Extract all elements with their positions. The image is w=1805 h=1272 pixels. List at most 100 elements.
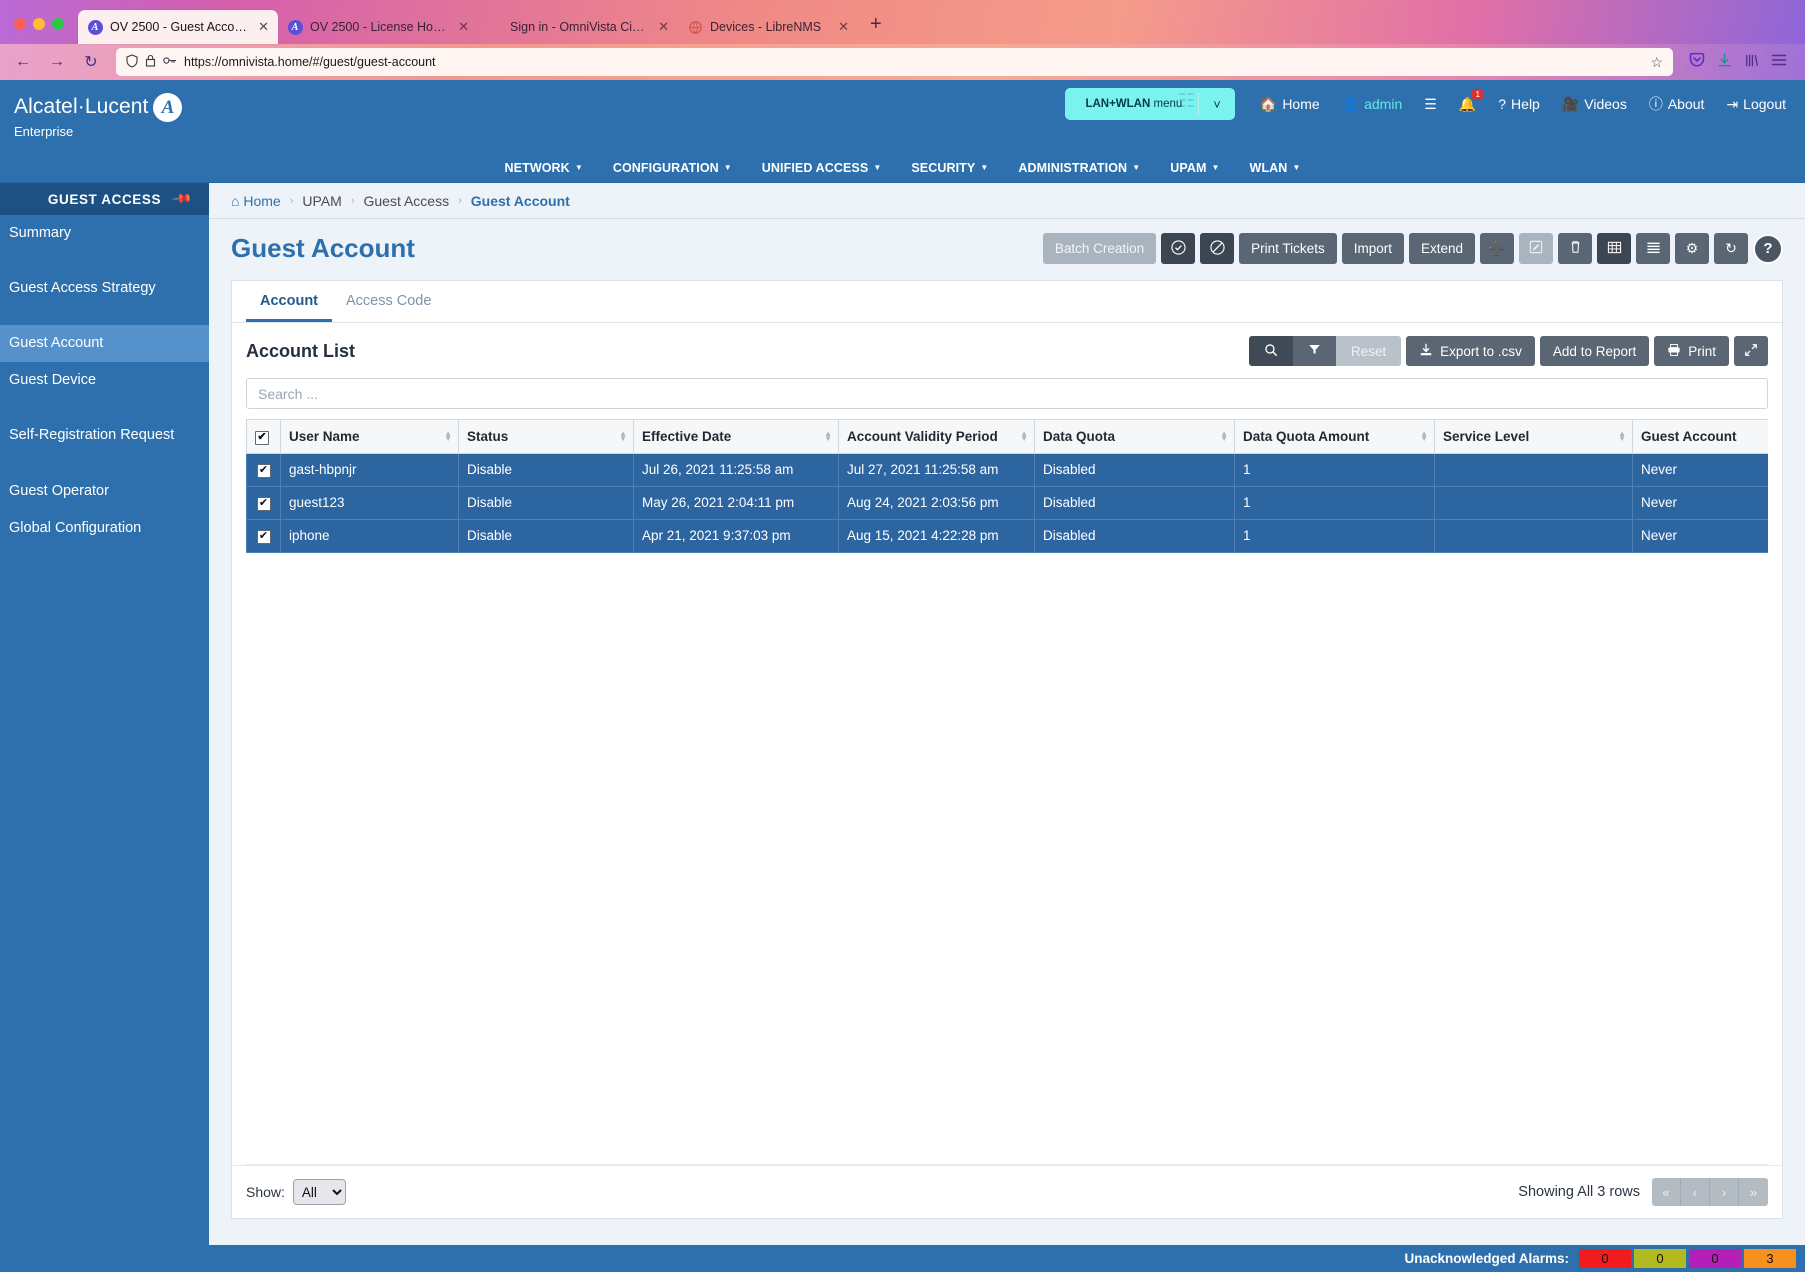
header-item-home[interactable]: 🏠 Home — [1249, 88, 1331, 120]
close-window-button[interactable] — [14, 18, 26, 30]
print-button[interactable]: Print — [1654, 336, 1729, 366]
select-all-header[interactable]: ✔ — [247, 420, 281, 454]
menu-item-network[interactable]: NETWORK▼ — [490, 153, 598, 183]
alarm-minor-badge[interactable]: 0 — [1689, 1249, 1741, 1268]
address-bar[interactable]: https://omnivista.home/#/guest/guest-acc… — [116, 48, 1673, 76]
import-button[interactable]: Import — [1342, 233, 1404, 264]
help-button[interactable]: ? — [1753, 234, 1783, 264]
close-tab-icon[interactable]: ✕ — [254, 19, 269, 35]
column-header-data-quota-amount[interactable]: Data Quota Amount ▲▼ — [1235, 420, 1435, 454]
sort-icon[interactable]: ▲▼ — [1618, 431, 1626, 441]
alarm-critical-badge[interactable]: 0 — [1579, 1249, 1631, 1268]
edit-button[interactable] — [1519, 233, 1553, 264]
add-to-report-button[interactable]: Add to Report — [1540, 336, 1649, 366]
menu-item-wlan[interactable]: WLAN▼ — [1235, 153, 1316, 183]
download-icon[interactable] — [1717, 53, 1732, 72]
library-icon[interactable] — [1744, 53, 1759, 72]
sidebar-item-global-configuration[interactable]: Global Configuration — [0, 510, 209, 547]
table-row[interactable]: ✔ guest123 Disable May 26, 2021 2:04:11 … — [247, 486, 1769, 519]
sort-icon[interactable]: ▲▼ — [1220, 431, 1228, 441]
search-input[interactable] — [246, 378, 1768, 409]
page-size-select[interactable]: All102550100 — [293, 1179, 346, 1205]
add-button[interactable]: ➕ — [1480, 233, 1514, 264]
breadcrumb-guest-access[interactable]: Guest Access — [363, 193, 449, 209]
sidebar-item-guest-device[interactable]: Guest Device — [0, 362, 209, 399]
list-view-button[interactable] — [1636, 233, 1670, 264]
header-item-logout[interactable]: ⇥ Logout — [1715, 88, 1797, 120]
column-header-status[interactable]: Status ▲▼ — [459, 420, 634, 454]
batch-creation-button[interactable]: Batch Creation — [1043, 233, 1156, 264]
menu-icon[interactable] — [1771, 53, 1787, 71]
column-header-data-quota[interactable]: Data Quota ▲▼ — [1035, 420, 1235, 454]
sidebar-item-guest-access-strategy[interactable]: Guest Access Strategy — [0, 270, 209, 307]
browser-tab-3[interactable]: Sign in - OmniVista Cirrus ✕ — [478, 10, 678, 44]
extend-button[interactable]: Extend — [1409, 233, 1475, 264]
export-csv-button[interactable]: Export to .csv — [1406, 336, 1535, 366]
tab-account[interactable]: Account — [246, 281, 332, 322]
maximize-window-button[interactable] — [52, 18, 64, 30]
row-select-cell[interactable]: ✔ — [247, 453, 281, 486]
first-page-button[interactable]: « — [1652, 1178, 1681, 1206]
enable-button[interactable] — [1161, 233, 1195, 264]
filter-button[interactable] — [1293, 336, 1336, 366]
forward-icon[interactable]: → — [42, 48, 72, 76]
key-icon[interactable] — [163, 55, 177, 69]
header-item-notifications[interactable]: 🔔 1 — [1448, 88, 1487, 120]
back-icon[interactable]: ← — [8, 48, 38, 76]
shield-icon[interactable] — [126, 54, 138, 71]
header-item-about[interactable]: ⓘ About — [1638, 88, 1716, 120]
last-page-button[interactable]: » — [1739, 1178, 1768, 1206]
bookmark-icon[interactable]: ☆ — [1650, 54, 1663, 71]
column-header-user-name[interactable]: User Name ▲▼ — [281, 420, 459, 454]
table-view-button[interactable] — [1597, 233, 1631, 264]
reset-button[interactable]: Reset — [1336, 336, 1401, 366]
sidebar-item-guest-account[interactable]: Guest Account — [0, 325, 209, 362]
sort-icon[interactable]: ▲▼ — [824, 431, 832, 441]
sort-icon[interactable]: ▲▼ — [1020, 431, 1028, 441]
close-tab-icon[interactable]: ✕ — [654, 19, 669, 35]
menu-item-upam[interactable]: UPAM▼ — [1155, 153, 1234, 183]
menu-item-security[interactable]: SECURITY▼ — [896, 153, 1003, 183]
tab-access-code[interactable]: Access Code — [332, 281, 445, 322]
close-tab-icon[interactable]: ✕ — [454, 19, 469, 35]
breadcrumb-home[interactable]: ⌂ Home — [231, 193, 281, 209]
column-header-effective-date[interactable]: Effective Date ▲▼ — [634, 420, 839, 454]
menu-item-configuration[interactable]: CONFIGURATION▼ — [598, 153, 747, 183]
refresh-button[interactable]: ↻ — [1714, 233, 1748, 264]
minimize-window-button[interactable] — [33, 18, 45, 30]
lock-icon[interactable] — [145, 54, 156, 70]
breadcrumb-upam[interactable]: UPAM — [302, 193, 341, 209]
new-tab-button[interactable]: + — [858, 13, 894, 44]
row-checkbox[interactable]: ✔ — [257, 497, 271, 511]
select-all-checkbox[interactable]: ✔ — [255, 431, 269, 445]
browser-tab-4[interactable]: Devices - LibreNMS ✕ — [678, 10, 858, 44]
alarm-warning-badge[interactable]: 3 — [1744, 1249, 1796, 1268]
browser-tab-2[interactable]: A OV 2500 - License Home ✕ — [278, 10, 478, 44]
row-checkbox[interactable]: ✔ — [257, 530, 271, 544]
row-checkbox[interactable]: ✔ — [257, 464, 271, 478]
table-row[interactable]: ✔ gast-hbpnjr Disable Jul 26, 2021 11:25… — [247, 453, 1769, 486]
settings-button[interactable]: ⚙ — [1675, 233, 1709, 264]
column-header-guest-account[interactable]: Guest Account — [1633, 420, 1769, 454]
close-tab-icon[interactable]: ✕ — [834, 19, 849, 35]
header-item-help[interactable]: ? Help — [1487, 88, 1551, 120]
header-item-tasks[interactable]: ☰ — [1413, 88, 1448, 120]
header-item-admin[interactable]: 👤 admin — [1331, 88, 1414, 120]
sort-icon[interactable]: ▲▼ — [619, 431, 627, 441]
browser-tab-1[interactable]: A OV 2500 - Guest Account ✕ — [78, 10, 278, 44]
sidebar-item-summary[interactable]: Summary — [0, 215, 209, 252]
context-menu-selector[interactable]: ☷ LAN+WLAN menu ˅ — [1065, 88, 1234, 120]
pocket-icon[interactable] — [1689, 52, 1705, 72]
header-item-videos[interactable]: 🎥 Videos — [1551, 88, 1638, 120]
menu-item-administration[interactable]: ADMINISTRATION▼ — [1003, 153, 1155, 183]
print-tickets-button[interactable]: Print Tickets — [1239, 233, 1337, 264]
sort-icon[interactable]: ▲▼ — [444, 431, 452, 441]
row-select-cell[interactable]: ✔ — [247, 519, 281, 552]
row-select-cell[interactable]: ✔ — [247, 486, 281, 519]
column-header-account-validity-period[interactable]: Account Validity Period ▲▼ — [839, 420, 1035, 454]
sidebar-item-self-registration-request[interactable]: Self-Registration Request — [0, 417, 209, 454]
pin-icon[interactable]: 📌 — [171, 187, 194, 210]
search-button[interactable] — [1249, 336, 1293, 366]
sidebar-item-guest-operator[interactable]: Guest Operator — [0, 473, 209, 510]
table-row[interactable]: ✔ iphone Disable Apr 21, 2021 9:37:03 pm… — [247, 519, 1769, 552]
